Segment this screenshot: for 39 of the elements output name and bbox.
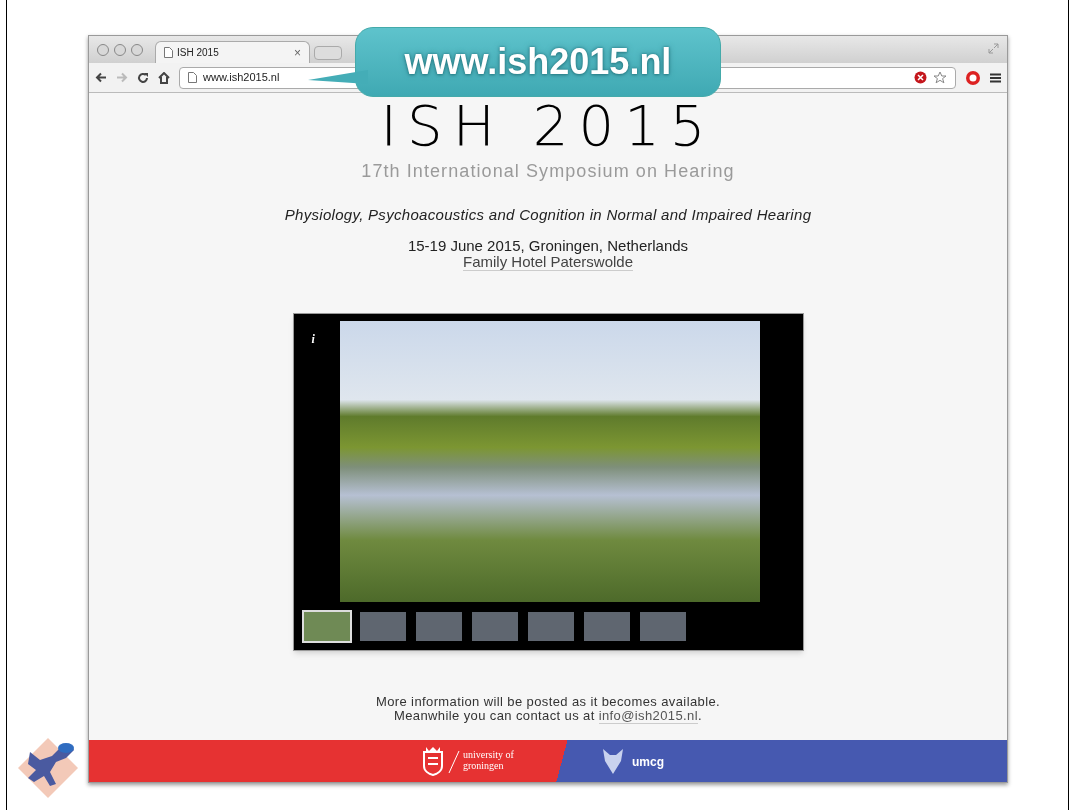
blocked-icon[interactable] — [914, 71, 927, 84]
thumbnail[interactable] — [413, 609, 464, 643]
tagline: Physiology, Psychoacoustics and Cognition in Normal and Impaired Hearing — [284, 205, 812, 225]
thumbnail[interactable] — [581, 609, 632, 643]
window-control-icon[interactable] — [97, 43, 109, 56]
logo-text-line: university of — [463, 749, 514, 760]
document-icon — [188, 72, 197, 83]
menu-icon[interactable] — [990, 72, 1001, 83]
site-subtitle: 17th International Symposium on Hearing — [361, 160, 735, 183]
thumbnail[interactable] — [357, 609, 408, 643]
venue-link[interactable]: Family Hotel Paterswolde — [462, 253, 634, 271]
thumbnail[interactable] — [469, 609, 520, 643]
thumbnail[interactable] — [525, 609, 576, 643]
wolf-head-icon — [601, 747, 625, 775]
logo-text-line: groningen — [463, 760, 505, 771]
fullscreen-icon[interactable] — [988, 43, 999, 54]
slash-icon — [448, 750, 460, 774]
notice-text: More information will be posted as it becomes available. — [375, 694, 721, 709]
browser-tab[interactable]: ISH 2015 × — [155, 41, 310, 63]
thumbnail[interactable] — [637, 609, 688, 643]
info-button[interactable]: i — [311, 331, 315, 346]
address-text: www.ish2015.nl — [203, 70, 280, 86]
notice-text: Meanwhile you can contact us at info@ish2015.nl. — [394, 708, 702, 723]
site-title: ISH 2015 — [380, 95, 716, 157]
callout-pointer — [308, 70, 368, 84]
extension-icon[interactable] — [965, 69, 981, 86]
star-icon[interactable] — [933, 70, 947, 85]
crest-icon — [423, 746, 443, 776]
reload-icon[interactable] — [137, 71, 149, 84]
window-control-icon[interactable] — [114, 43, 126, 56]
tab-title: ISH 2015 — [177, 46, 220, 60]
home-icon[interactable] — [158, 71, 170, 84]
window-control-icon[interactable] — [131, 43, 143, 56]
back-icon[interactable] — [95, 72, 107, 83]
event-dates: 15-19 June 2015, Groningen, Netherlands — [407, 236, 689, 254]
document-icon — [164, 47, 173, 58]
close-icon[interactable]: × — [294, 46, 301, 59]
umcg-logo-text: umcg — [632, 754, 664, 771]
email-link[interactable]: info@ish2015.nl — [598, 707, 698, 724]
